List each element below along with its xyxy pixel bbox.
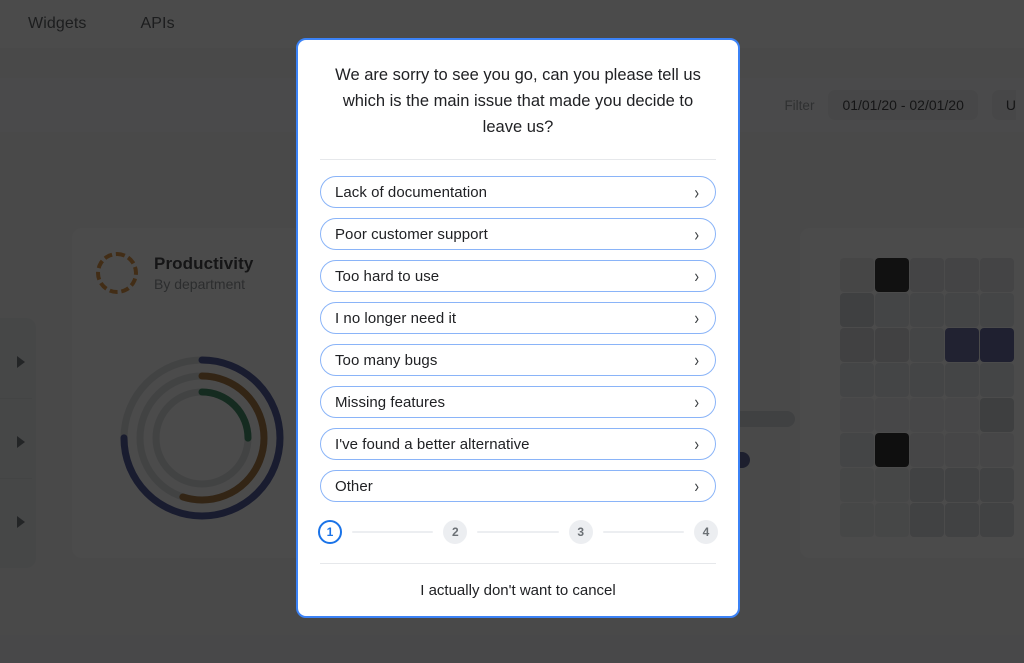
survey-option-label: Too many bugs (335, 351, 438, 369)
chevron-right-icon: › (694, 349, 699, 371)
modal-title: We are sorry to see you go, can you plea… (335, 66, 701, 136)
chevron-right-icon: › (694, 307, 699, 329)
cancellation-survey-modal: We are sorry to see you go, can you plea… (296, 38, 740, 618)
progress-stepper: 1 2 3 4 (298, 502, 738, 544)
stepper-connector (352, 531, 434, 533)
stepper-connector (477, 531, 559, 533)
survey-option-label: Too hard to use (335, 267, 440, 285)
do-not-cancel-link[interactable]: I actually don't want to cancel (420, 582, 615, 599)
survey-option[interactable]: Other › (320, 470, 716, 502)
chevron-right-icon: › (694, 181, 699, 203)
stepper-step[interactable]: 2 (443, 520, 468, 544)
chevron-right-icon: › (694, 475, 699, 497)
survey-option[interactable]: Too many bugs › (320, 344, 716, 376)
survey-option[interactable]: I've found a better alternative › (320, 428, 716, 460)
survey-option-label: Poor customer support (335, 225, 488, 243)
stepper-connector (602, 531, 684, 533)
survey-option-label: Other (335, 477, 373, 495)
survey-option-label: Missing features (335, 393, 446, 411)
chevron-right-icon: › (694, 391, 699, 413)
stepper-step[interactable]: 1 (318, 520, 342, 544)
modal-header: We are sorry to see you go, can you plea… (298, 40, 738, 140)
stepper-step[interactable]: 3 (568, 520, 593, 544)
survey-option[interactable]: Lack of documentation › (320, 176, 716, 208)
survey-option-label: I've found a better alternative (335, 435, 530, 453)
survey-option[interactable]: Poor customer support › (320, 218, 716, 250)
modal-footer: I actually don't want to cancel (298, 564, 738, 616)
chevron-right-icon: › (694, 223, 699, 245)
survey-options-list: Lack of documentation › Poor customer supp… (298, 160, 738, 502)
survey-option-label: I no longer need it (335, 309, 457, 327)
survey-option[interactable]: Too hard to use › (320, 260, 716, 292)
chevron-right-icon: › (694, 433, 699, 455)
survey-option[interactable]: I no longer need it › (320, 302, 716, 334)
chevron-right-icon: › (694, 265, 699, 287)
survey-option-label: Lack of documentation (335, 183, 487, 201)
stepper-step[interactable]: 4 (693, 520, 718, 544)
survey-option[interactable]: Missing features › (320, 386, 716, 418)
